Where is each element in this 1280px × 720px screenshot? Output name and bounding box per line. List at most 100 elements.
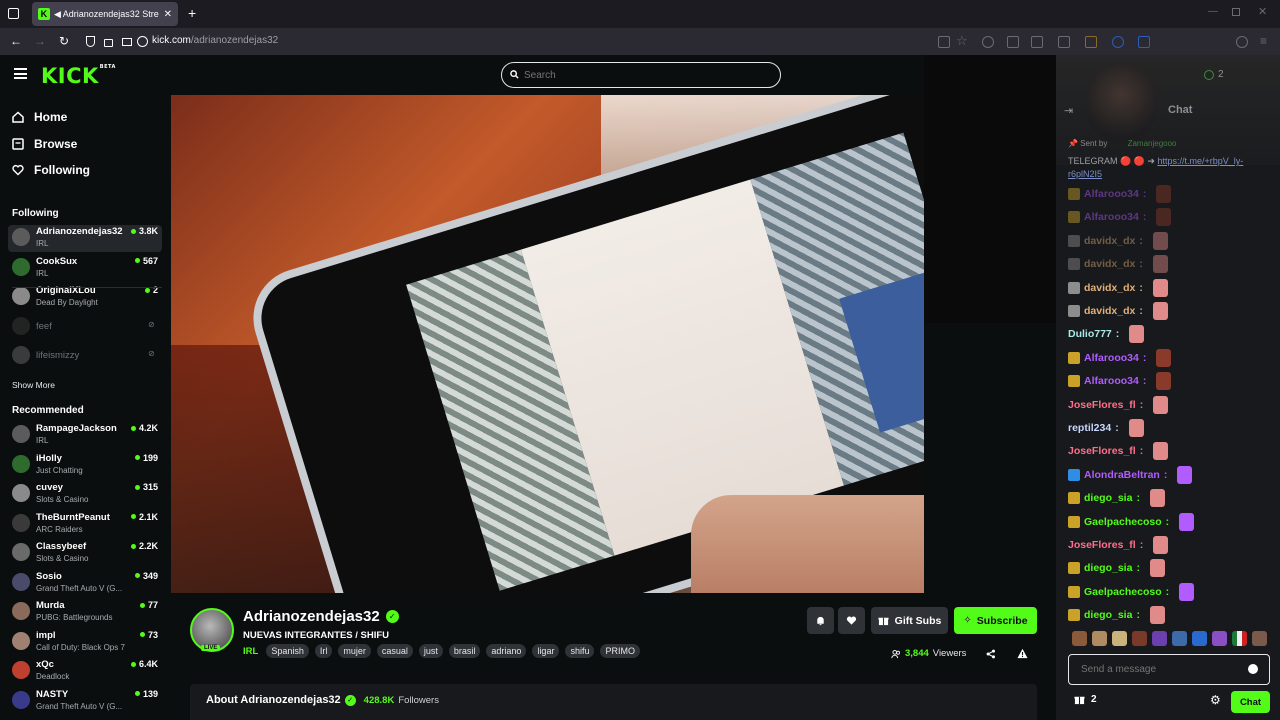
stream-tag[interactable]: mujer <box>338 644 371 658</box>
chat-username[interactable]: diego_sia <box>1084 492 1132 504</box>
chat-username[interactable]: Alfarooo34 <box>1084 352 1139 364</box>
chat-settings-gear-icon[interactable]: ⚙ <box>1210 693 1221 707</box>
collapse-chat-icon[interactable]: ⇥ <box>1064 104 1073 117</box>
extension-icon[interactable] <box>1112 36 1124 48</box>
chat-username[interactable]: davidx_dx <box>1084 258 1135 270</box>
sidebar-channel-originalxlou[interactable]: OriginalXLou Dead By Daylight 2 <box>8 284 162 311</box>
new-tab-button[interactable]: + <box>188 5 196 21</box>
account-icon[interactable] <box>1236 36 1248 48</box>
hamburger-menu-icon[interactable] <box>14 68 27 79</box>
emote-icon[interactable] <box>1112 631 1127 646</box>
emote-icon[interactable] <box>1092 631 1107 646</box>
video-player[interactable] <box>171 95 924 593</box>
streamer-name[interactable]: Adrianozendejas32 ✓ <box>243 608 399 625</box>
notification-bell-button[interactable] <box>807 607 834 634</box>
stream-tag[interactable]: Spanish <box>266 644 309 658</box>
chat-username[interactable]: JoseFlores_fl <box>1068 539 1136 551</box>
chat-username[interactable]: Gaelpachecoso <box>1084 516 1162 528</box>
bookmark-star-icon[interactable]: ☆ <box>956 33 968 49</box>
show-more-link[interactable]: Show More <box>12 380 55 390</box>
tab-overview-icon[interactable] <box>8 8 19 19</box>
stream-tag[interactable]: brasil <box>448 644 481 658</box>
sidebar-channel-xqc[interactable]: xQc Deadlock 6.4K <box>8 658 162 685</box>
send-chat-button[interactable]: Chat <box>1231 691 1270 713</box>
back-icon[interactable]: ← <box>9 34 23 48</box>
chat-username[interactable]: davidx_dx <box>1084 305 1135 317</box>
chat-username[interactable]: davidx_dx <box>1084 282 1135 294</box>
kick-logo[interactable]: KICKBETA <box>41 64 116 88</box>
url-text[interactable]: kick.com/adrianozendejas32 <box>152 35 278 46</box>
subscribe-button[interactable]: ✧ Subscribe <box>954 607 1037 634</box>
chat-username[interactable]: JoseFlores_fl <box>1068 399 1136 411</box>
emote-icon[interactable] <box>1072 631 1087 646</box>
chat-username[interactable]: AlondraBeltran <box>1084 469 1160 481</box>
chat-username[interactable]: Alfarooo34 <box>1084 375 1139 387</box>
minimize-icon[interactable]: — <box>1208 6 1218 17</box>
browser-tab[interactable]: K ◀ Adrianozendejas32 Stream ✕ <box>32 2 178 26</box>
chat-username[interactable]: diego_sia <box>1084 562 1132 574</box>
gift-subs-button[interactable]: Gift Subs <box>871 607 948 634</box>
emote-icon[interactable] <box>1192 631 1207 646</box>
extension-icon[interactable] <box>1085 36 1097 48</box>
extensions-icon[interactable] <box>1031 36 1043 48</box>
sidebar-channel-lifeismizzy[interactable]: lifeismizzy ⊘ <box>8 343 162 370</box>
shield-icon[interactable] <box>86 36 95 47</box>
stream-tag[interactable]: adriano <box>486 644 527 658</box>
stream-category-link[interactable]: IRL <box>243 646 258 657</box>
emote-icon[interactable] <box>1252 631 1267 646</box>
stream-tag[interactable]: Irl <box>314 644 333 658</box>
stream-tag[interactable]: ligar <box>532 644 560 658</box>
downloads-icon[interactable] <box>1007 36 1019 48</box>
forward-icon[interactable]: → <box>33 34 47 48</box>
sidebar-channel-impl[interactable]: impl Call of Duty: Black Ops 7 73 <box>8 629 162 656</box>
sidebar-channel-theburntpeanut[interactable]: TheBurntPeanut ARC Raiders 2.1K <box>8 511 162 538</box>
extension-icon[interactable] <box>1138 36 1150 48</box>
share-icon[interactable] <box>986 649 996 659</box>
autoplay-blocked-icon[interactable] <box>137 36 148 47</box>
sidebar-channel-nasty[interactable]: NASTY Grand Theft Auto V (G... 139 <box>8 688 162 715</box>
chat-username[interactable]: diego_sia <box>1084 609 1132 621</box>
chat-username[interactable]: Alfarooo34 <box>1084 211 1139 223</box>
chat-message-input[interactable] <box>1068 654 1270 685</box>
stream-tag[interactable]: PRIMO <box>600 644 640 658</box>
chat-username[interactable]: Dulio777 <box>1068 328 1112 340</box>
sidebar-channel-cooksux[interactable]: CookSux IRL 567 <box>8 255 162 282</box>
emoji-picker-icon[interactable] <box>1248 664 1258 674</box>
stream-tag[interactable]: casual <box>376 644 413 658</box>
emote-icon[interactable] <box>1132 631 1147 646</box>
channel-points[interactable]: 2 <box>1074 694 1097 705</box>
maximize-icon[interactable] <box>1232 8 1240 16</box>
chat-username[interactable]: JoseFlores_fl <box>1068 445 1136 457</box>
sidebar-channel-murda[interactable]: Murda PUBG: Battlegrounds 77 <box>8 599 162 626</box>
sidebar-channel-classybeef[interactable]: Classybeef Slots & Casino 2.2K <box>8 540 162 567</box>
sidebar-channel-rampagejackson[interactable]: RampageJackson IRL 4.2K <box>8 422 162 449</box>
chat-username[interactable]: Alfarooo34 <box>1084 188 1139 200</box>
sidebar-channel-feef[interactable]: feef ⊘ <box>8 314 162 341</box>
reader-view-icon[interactable] <box>938 36 950 48</box>
permissions-icon[interactable] <box>122 38 132 46</box>
stream-tag[interactable]: shifu <box>565 644 595 658</box>
close-window-icon[interactable]: ✕ <box>1258 5 1267 18</box>
lock-icon[interactable] <box>104 39 113 47</box>
follow-heart-button[interactable] <box>838 607 865 634</box>
sidebar-channel-sosio[interactable]: Sosio Grand Theft Auto V (G... 349 <box>8 570 162 597</box>
sidebar-channel-iholly[interactable]: iHolly Just Chatting 199 <box>8 452 162 479</box>
emote-icon[interactable] <box>1152 631 1167 646</box>
chat-username[interactable]: reptil234 <box>1068 422 1111 434</box>
close-tab-icon[interactable]: ✕ <box>164 9 172 20</box>
speaker-icon[interactable]: ◀ <box>54 9 61 20</box>
extension-icon[interactable] <box>1058 36 1070 48</box>
sidebar-nav-home[interactable]: Home <box>12 110 67 124</box>
chat-username[interactable]: davidx_dx <box>1084 235 1135 247</box>
report-warning-icon[interactable] <box>1017 648 1028 659</box>
sidebar-nav-following[interactable]: Following <box>12 163 90 177</box>
sidebar-channel-cuvey[interactable]: cuvey Slots & Casino 315 <box>8 481 162 508</box>
emote-icon[interactable] <box>1172 631 1187 646</box>
stream-tag[interactable]: just <box>418 644 443 658</box>
emote-icon[interactable] <box>1232 631 1247 646</box>
sidebar-nav-browse[interactable]: Browse <box>12 137 77 151</box>
reload-icon[interactable]: ↻ <box>57 34 71 48</box>
menu-icon[interactable]: ≡ <box>1260 34 1267 48</box>
chat-username[interactable]: Gaelpachecoso <box>1084 586 1162 598</box>
emote-icon[interactable] <box>1212 631 1227 646</box>
